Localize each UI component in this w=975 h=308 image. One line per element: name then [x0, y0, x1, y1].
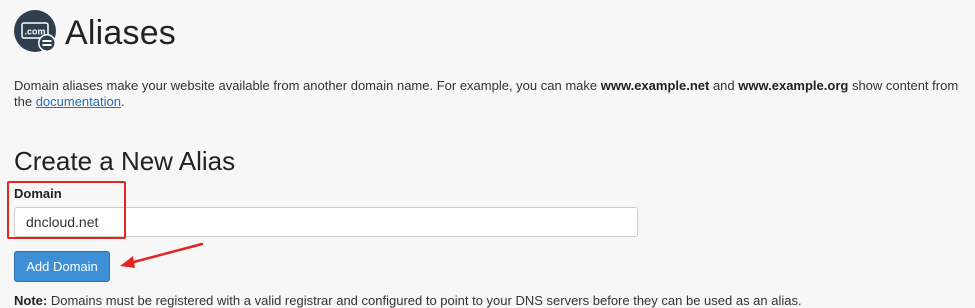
description-text-after: show content from: [848, 78, 959, 93]
domain-aliases-icon: .com: [14, 10, 60, 56]
add-domain-button[interactable]: Add Domain: [14, 251, 110, 282]
page-header: .com Aliases: [14, 9, 176, 57]
description-line-1: Domain aliases make your website availab…: [14, 78, 975, 94]
description-text: Domain aliases make your website availab…: [14, 78, 601, 93]
annotation-arrow-icon: [120, 242, 204, 268]
description-line2-prefix: the: [14, 94, 36, 109]
create-alias-heading: Create a New Alias: [14, 146, 236, 176]
page-description: Domain aliases make your website availab…: [14, 78, 975, 110]
icon-text: .com: [24, 27, 45, 37]
domain-input[interactable]: [14, 207, 638, 237]
description-text-and: and: [709, 78, 739, 93]
domain-label: Domain: [14, 186, 62, 201]
note-text: Note: Domains must be registered with a …: [14, 293, 802, 308]
description-line-2: the documentation.: [14, 94, 975, 110]
example-domain-1: www.example.net: [600, 78, 710, 93]
documentation-link[interactable]: documentation: [36, 94, 121, 109]
description-line2-suffix: .: [120, 94, 125, 109]
note-label: Note:: [14, 293, 48, 308]
page-title: Aliases: [65, 14, 177, 52]
note-body: Domains must be registered with a valid …: [47, 293, 802, 308]
example-domain-2: www.example.org: [738, 78, 849, 93]
